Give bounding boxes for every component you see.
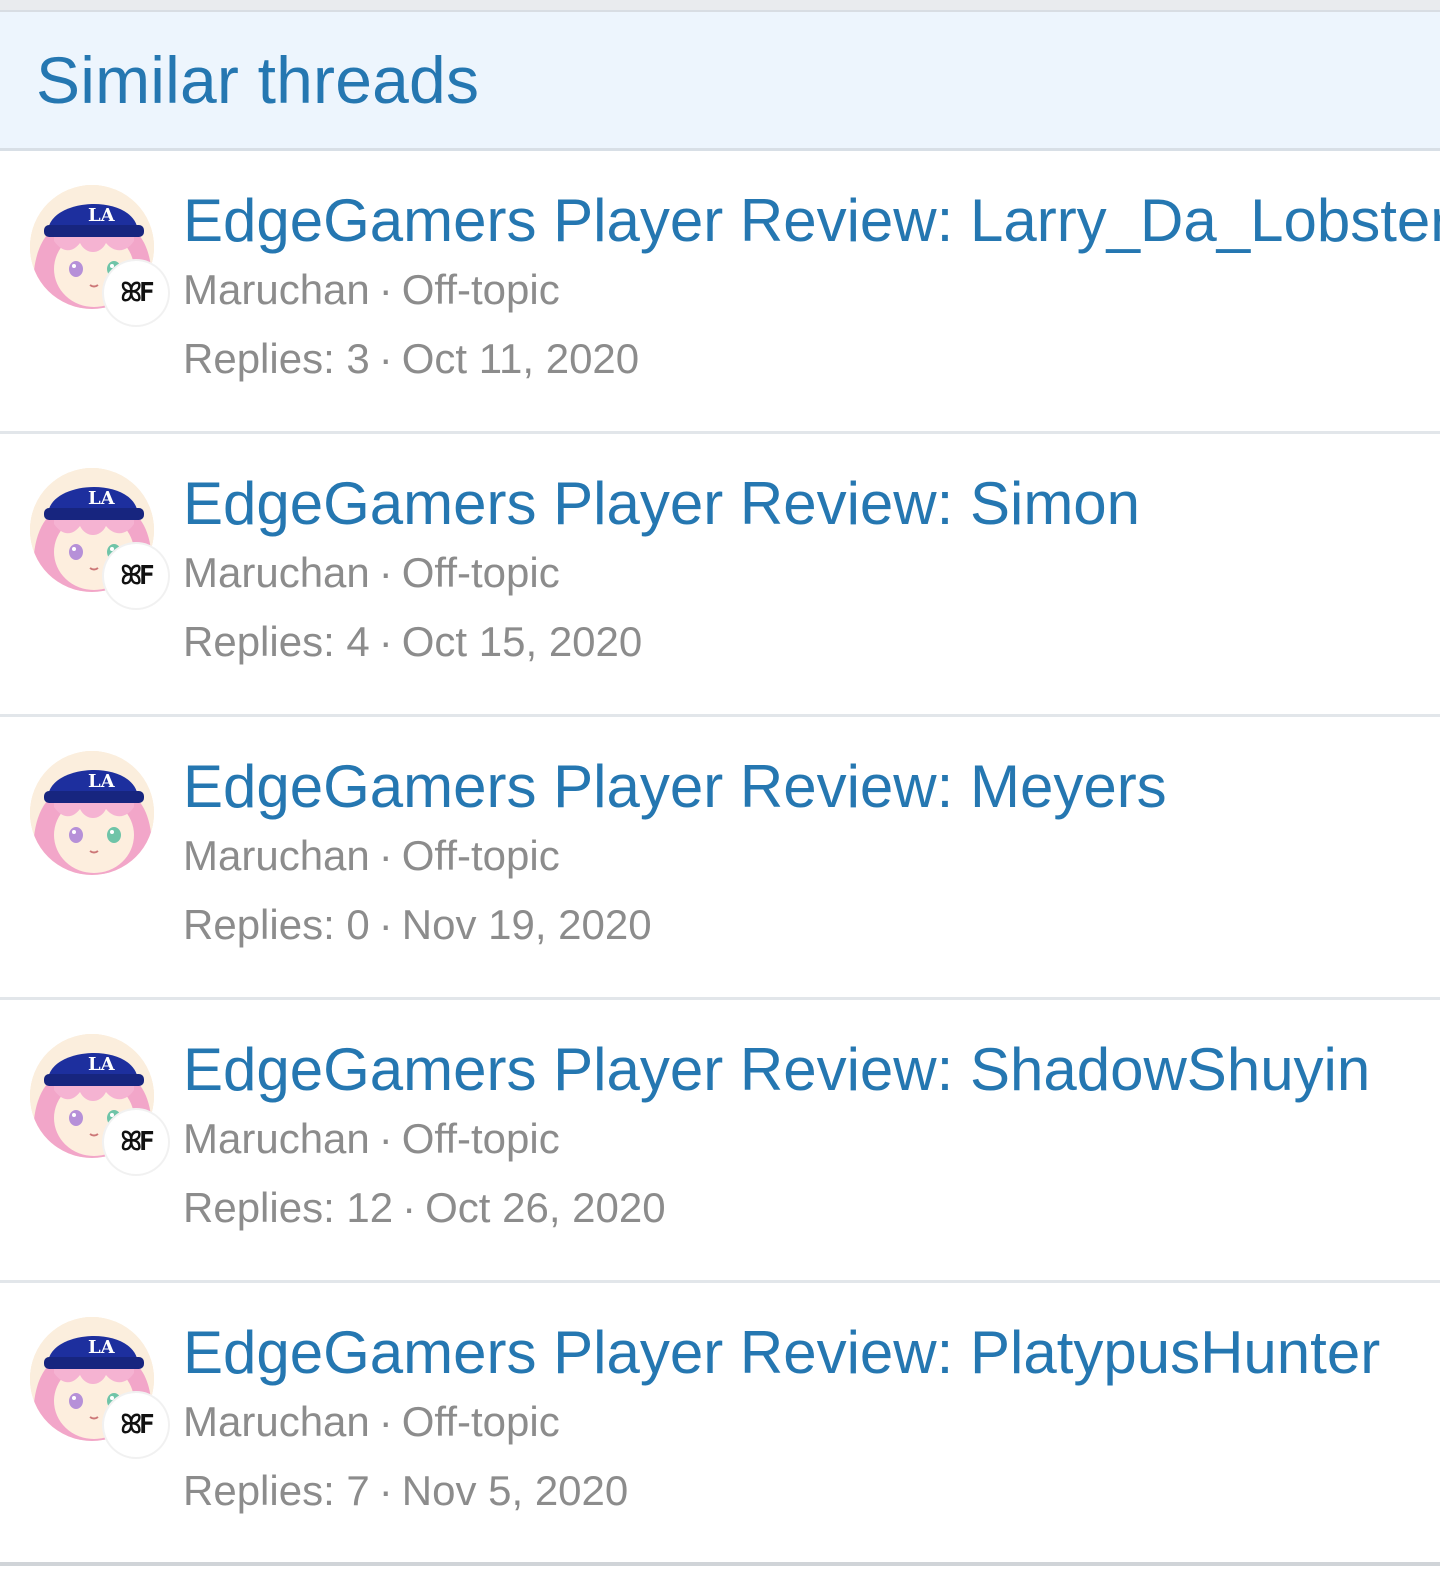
forum-link[interactable]: Off-topic [402, 1398, 560, 1445]
author-link[interactable]: Maruchan [183, 1398, 370, 1445]
thread-meta-stats: Replies: 0 · Nov 19, 2020 [183, 900, 1420, 950]
thread-row: LA EdgeGamers Player Review: Meyers Maru… [0, 717, 1440, 1000]
user-avatar-icon: LA [30, 751, 154, 875]
meta-separator: · [378, 549, 393, 596]
cap-logo-text: LA [88, 488, 116, 509]
cap-logo-text: LA [88, 1337, 116, 1358]
thread-date: Oct 15, 2020 [401, 618, 643, 665]
meta-separator: · [378, 1398, 393, 1445]
thread-meta-stats: Replies: 12 · Oct 26, 2020 [183, 1183, 1420, 1233]
thread-title-link[interactable]: EdgeGamers Player Review: ShadowShuyin [183, 1028, 1420, 1112]
replies-count: Replies: 0 [183, 901, 370, 948]
thread-meta-author: Maruchan · Off-topic [183, 1397, 1420, 1447]
badge-text: ꕤF [120, 1409, 154, 1440]
thread-list: LA ꕤF EdgeGamers Player Review: Larry_Da… [0, 151, 1440, 1566]
meta-separator: · [378, 832, 393, 879]
thread-meta-author: Maruchan · Off-topic [183, 548, 1420, 598]
forum-link[interactable]: Off-topic [402, 266, 560, 313]
cap-logo-text: LA [88, 1054, 116, 1075]
thread-title-link[interactable]: EdgeGamers Player Review: Simon [183, 462, 1420, 546]
avatar[interactable]: LA [30, 751, 154, 875]
thread-meta-author: Maruchan · Off-topic [183, 831, 1420, 881]
badge-text: ꕤF [120, 560, 154, 591]
forum-badge: ꕤF [104, 544, 168, 608]
meta-separator: · [378, 1115, 393, 1162]
thread-body: EdgeGamers Player Review: PlatypusHunter… [183, 1311, 1420, 1516]
thread-row: LA ꕤF EdgeGamers Player Review: Larry_Da… [0, 151, 1440, 434]
thread-meta-author: Maruchan · Off-topic [183, 1114, 1420, 1164]
thread-body: EdgeGamers Player Review: Meyers Marucha… [183, 745, 1420, 950]
thread-row: LA ꕤF EdgeGamers Player Review: Platypus… [0, 1283, 1440, 1566]
meta-separator: · [378, 335, 393, 382]
thread-body: EdgeGamers Player Review: ShadowShuyin M… [183, 1028, 1420, 1233]
forum-badge: ꕤF [104, 1393, 168, 1457]
forum-link[interactable]: Off-topic [402, 832, 560, 879]
author-link[interactable]: Maruchan [183, 1115, 370, 1162]
meta-separator: · [378, 266, 393, 313]
meta-separator: · [402, 1184, 417, 1231]
thread-title-link[interactable]: EdgeGamers Player Review: Larry_Da_Lobst… [183, 179, 1440, 263]
thread-title-link[interactable]: EdgeGamers Player Review: Meyers [183, 745, 1420, 829]
thread-meta-author: Maruchan · Off-topic [183, 265, 1420, 315]
thread-row: LA ꕤF EdgeGamers Player Review: ShadowSh… [0, 1000, 1440, 1283]
meta-separator: · [378, 1467, 393, 1514]
replies-count: Replies: 4 [183, 618, 370, 665]
meta-separator: · [378, 618, 393, 665]
thread-date: Nov 19, 2020 [401, 901, 652, 948]
forum-badge: ꕤF [104, 1110, 168, 1174]
replies-count: Replies: 7 [183, 1467, 370, 1514]
author-link[interactable]: Maruchan [183, 832, 370, 879]
thread-meta-stats: Replies: 3 · Oct 11, 2020 [183, 334, 1420, 384]
thread-body: EdgeGamers Player Review: Simon Maruchan… [183, 462, 1420, 667]
block-title: Similar threads [36, 43, 480, 117]
thread-title-link[interactable]: EdgeGamers Player Review: PlatypusHunter [183, 1311, 1420, 1395]
author-link[interactable]: Maruchan [183, 266, 370, 313]
replies-count: Replies: 12 [183, 1184, 394, 1231]
meta-separator: · [378, 901, 393, 948]
thread-date: Nov 5, 2020 [401, 1467, 629, 1514]
badge-text: ꕤF [120, 277, 154, 308]
author-link[interactable]: Maruchan [183, 549, 370, 596]
thread-date: Oct 26, 2020 [425, 1184, 666, 1231]
thread-row: LA ꕤF EdgeGamers Player Review: Simon Ma… [0, 434, 1440, 717]
similar-threads-block: Similar threads LA ꕤF EdgeGamers Player … [0, 12, 1440, 1566]
cap-logo-text: LA [88, 771, 116, 792]
thread-body: EdgeGamers Player Review: Larry_Da_Lobst… [183, 179, 1440, 384]
block-header: Similar threads [0, 12, 1440, 151]
forum-link[interactable]: Off-topic [402, 549, 560, 596]
thread-meta-stats: Replies: 4 · Oct 15, 2020 [183, 617, 1420, 667]
top-divider [0, 0, 1440, 12]
thread-date: Oct 11, 2020 [401, 335, 640, 382]
cap-logo-text: LA [88, 205, 116, 226]
replies-count: Replies: 3 [183, 335, 370, 382]
forum-badge: ꕤF [104, 261, 168, 325]
badge-text: ꕤF [120, 1126, 154, 1157]
thread-meta-stats: Replies: 7 · Nov 5, 2020 [183, 1466, 1420, 1516]
forum-link[interactable]: Off-topic [402, 1115, 560, 1162]
